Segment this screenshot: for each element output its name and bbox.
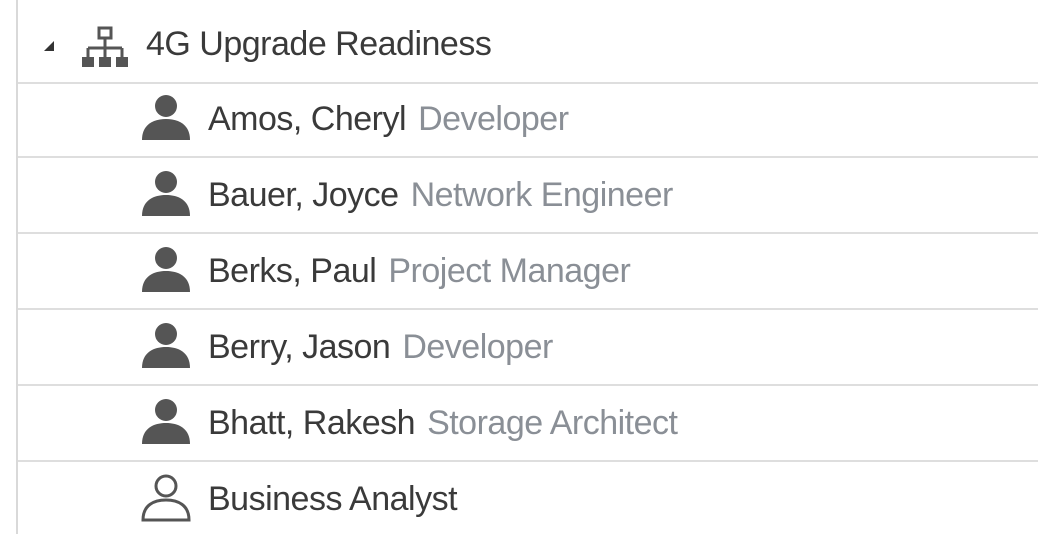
member-row[interactable]: Amos, Cheryl Developer bbox=[18, 82, 1038, 158]
member-row[interactable]: Berks, Paul Project Manager bbox=[18, 234, 1038, 310]
member-row[interactable]: Bhatt, Rakesh Storage Architect bbox=[18, 386, 1038, 462]
member-role: Network Engineer bbox=[410, 176, 674, 214]
person-filled-icon bbox=[142, 323, 190, 368]
member-label: Berks, Paul Project Manager bbox=[208, 252, 631, 291]
member-role: Developer bbox=[418, 100, 569, 138]
person-filled-icon bbox=[142, 247, 190, 292]
tree-group-row[interactable]: 4G Upgrade Readiness bbox=[18, 6, 1038, 84]
member-name: Business Analyst bbox=[208, 480, 458, 518]
collapse-triangle-icon[interactable] bbox=[44, 41, 54, 51]
member-label: Amos, Cheryl Developer bbox=[208, 100, 569, 139]
member-role: Developer bbox=[402, 328, 553, 366]
member-row[interactable]: Business Analyst bbox=[18, 462, 1038, 534]
member-role: Project Manager bbox=[388, 252, 631, 290]
person-outline-icon bbox=[141, 474, 191, 522]
member-name: Amos, Cheryl bbox=[208, 100, 407, 138]
group-label: 4G Upgrade Readiness bbox=[146, 25, 492, 63]
team-tree: 4G Upgrade Readiness Amos, Cheryl Develop… bbox=[0, 0, 1038, 534]
member-row[interactable]: Bauer, Joyce Network Engineer bbox=[18, 158, 1038, 234]
member-label: Berry, Jason Developer bbox=[208, 328, 553, 367]
member-role: Storage Architect bbox=[427, 404, 678, 442]
member-label: Bauer, Joyce Network Engineer bbox=[208, 176, 673, 215]
member-label: Bhatt, Rakesh Storage Architect bbox=[208, 404, 678, 443]
member-name: Bauer, Joyce bbox=[208, 176, 399, 214]
person-filled-icon bbox=[142, 399, 190, 444]
member-name: Bhatt, Rakesh bbox=[208, 404, 416, 442]
member-row[interactable]: Berry, Jason Developer bbox=[18, 310, 1038, 386]
member-name: Berry, Jason bbox=[208, 328, 391, 366]
person-filled-icon bbox=[142, 171, 190, 216]
person-filled-icon bbox=[142, 95, 190, 140]
member-name: Berks, Paul bbox=[208, 252, 377, 290]
org-chart-icon bbox=[82, 26, 128, 67]
member-label: Business Analyst bbox=[208, 480, 469, 519]
